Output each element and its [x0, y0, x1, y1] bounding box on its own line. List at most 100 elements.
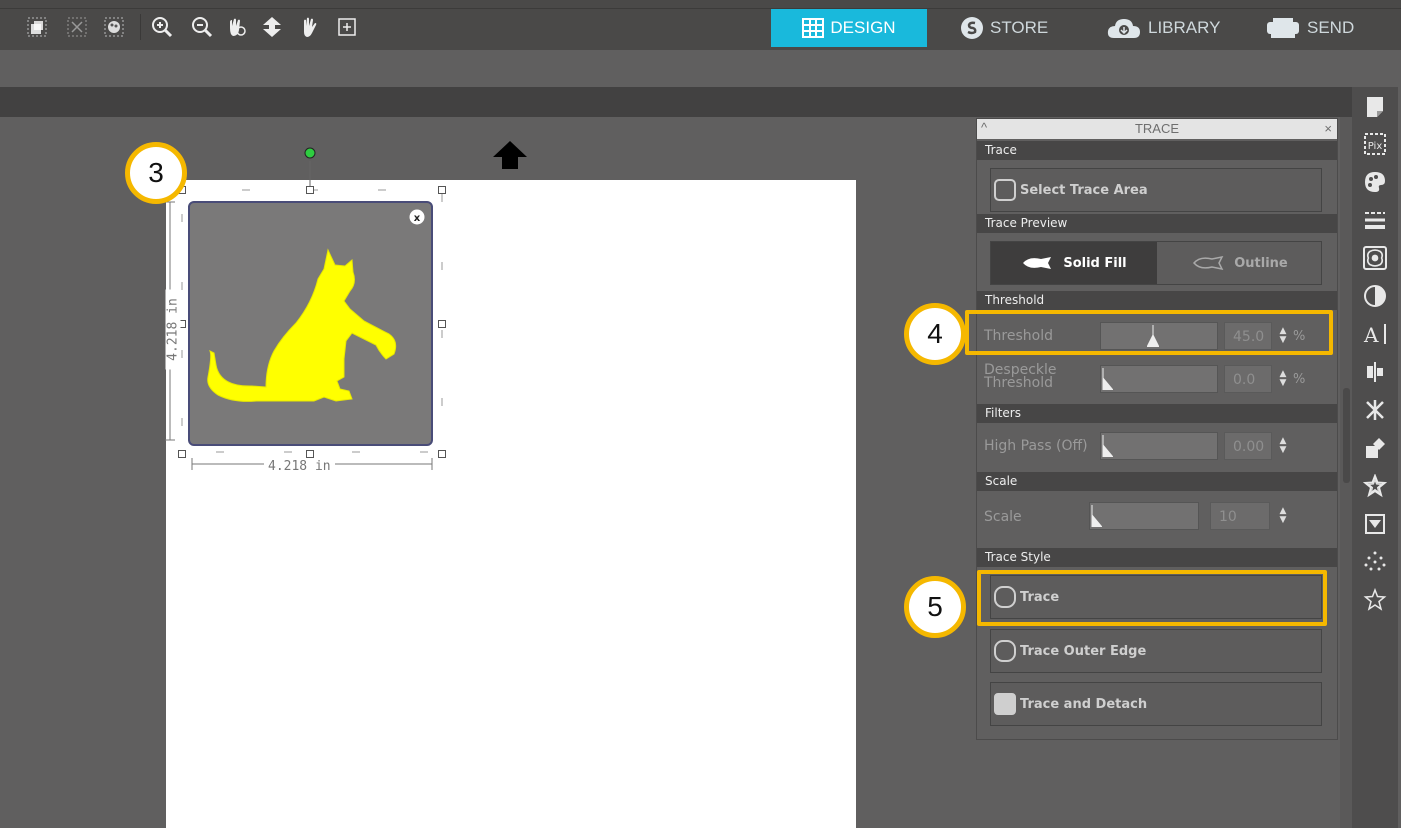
tab-send[interactable]: SEND [1265, 9, 1354, 47]
scale-slider-knob[interactable] [1090, 505, 1102, 527]
outline-fish-icon [1193, 256, 1224, 270]
sketch-icon[interactable] [1363, 550, 1387, 574]
group-icon[interactable] [26, 16, 48, 38]
pixscan-icon[interactable]: Pix [1363, 132, 1387, 156]
despeckle-label-line2: Threshold [984, 375, 1053, 391]
resize-handle-bottom[interactable] [306, 450, 314, 458]
zoom-drag-icon[interactable] [226, 16, 248, 38]
tab-library-label: LIBRARY [1148, 18, 1221, 37]
fit-to-window-icon[interactable] [336, 16, 358, 38]
trace-and-detach-button[interactable]: Trace and Detach [990, 682, 1322, 726]
despeckle-unit: % [1293, 372, 1306, 387]
traced-image[interactable]: x [188, 201, 433, 446]
text-icon[interactable]: A [1363, 322, 1389, 346]
toolbar-separator [140, 14, 141, 40]
high-pass-slider-knob[interactable] [1101, 435, 1113, 457]
resize-handle-top-right[interactable] [438, 186, 446, 194]
svg-text:x: x [414, 213, 421, 224]
modify-icon[interactable] [1363, 512, 1387, 536]
trace-outer-edge-label: Trace Outer Edge [1020, 643, 1147, 659]
step-4-number: 4 [927, 318, 943, 349]
offset-icon[interactable] [1363, 474, 1387, 498]
delete-object-icon[interactable]: x [409, 209, 425, 225]
fill-select-icon[interactable] [103, 16, 125, 38]
zoom-out-icon[interactable] [191, 16, 213, 38]
solid-fill-option[interactable]: Solid Fill [991, 242, 1157, 284]
pan-hand-icon[interactable] [298, 16, 320, 38]
scale-label: Scale [984, 509, 1022, 525]
feed-direction-arrow-icon [493, 141, 527, 169]
scrollbar-thumb[interactable] [1343, 388, 1350, 483]
high-pass-stepper[interactable]: ▲ ▼ [1278, 437, 1288, 455]
move-page-icon[interactable] [261, 16, 283, 38]
select-trace-area-label: Select Trace Area [1020, 182, 1148, 198]
resize-handle-top[interactable] [306, 186, 314, 194]
high-pass-value-field[interactable]: 0.00 [1224, 432, 1272, 460]
resize-handle-bottom-right[interactable] [438, 450, 446, 458]
design-grid-icon [802, 18, 825, 38]
section-trace: Trace [977, 141, 1337, 160]
trace-and-detach-label: Trace and Detach [1020, 696, 1148, 712]
resize-handle-bottom-left[interactable] [178, 450, 186, 458]
rhinestone-icon[interactable] [1363, 588, 1387, 612]
svg-text:Pix: Pix [1368, 141, 1383, 152]
outline-label: Outline [1234, 255, 1288, 271]
trace-and-detach-icon [994, 693, 1016, 715]
align-icon[interactable] [1363, 360, 1387, 384]
right-panel-sidebar: Pix A [1352, 87, 1398, 828]
trace-panel: ^ TRACE × Trace Select Trace Area Trace … [976, 118, 1338, 740]
select-trace-area-button[interactable]: Select Trace Area [990, 168, 1322, 212]
tab-design-label: DESIGN [830, 18, 896, 37]
section-threshold: Threshold [977, 291, 1337, 310]
step-5-number: 5 [927, 591, 943, 622]
trace-highlight-box [977, 570, 1327, 626]
outline-option[interactable]: Outline [1157, 242, 1323, 284]
top-toolbar: DESIGN STORE LIBRARY SEND [0, 0, 1401, 50]
tab-design[interactable]: DESIGN [771, 9, 927, 47]
despeckle-label: Despeckle Threshold [984, 363, 1057, 391]
threshold-highlight-box [965, 310, 1333, 355]
line-style-icon[interactable] [1363, 208, 1387, 232]
store-icon [961, 17, 983, 39]
step-3-badge: 3 [125, 142, 187, 204]
high-pass-label: High Pass (Off) [984, 438, 1088, 454]
secondary-toolbar [0, 50, 1401, 87]
close-panel-icon[interactable]: × [1324, 119, 1332, 139]
tab-library[interactable]: LIBRARY [1106, 9, 1220, 47]
tab-send-label: SEND [1307, 18, 1355, 37]
despeckle-slider-knob[interactable] [1101, 368, 1113, 390]
svg-text:A: A [1363, 323, 1379, 346]
zoom-in-icon[interactable] [151, 16, 173, 38]
section-trace-style: Trace Style [977, 548, 1337, 567]
height-dimension-label: 4.218 in [165, 289, 181, 370]
step-3-number: 3 [148, 157, 164, 188]
trace-panel-titlebar: ^ TRACE × [977, 119, 1337, 139]
trace-outer-edge-button[interactable]: Trace Outer Edge [990, 629, 1322, 673]
section-trace-preview: Trace Preview [977, 214, 1337, 233]
scale-slider[interactable] [1089, 502, 1199, 530]
scale-value-field[interactable]: 10 [1210, 502, 1270, 530]
replicate-icon[interactable] [1363, 398, 1387, 422]
transform-icon[interactable] [1363, 436, 1387, 460]
ungroup-icon[interactable] [66, 16, 88, 38]
page-setup-icon[interactable] [1363, 95, 1387, 119]
scale-stepper[interactable]: ▲ ▼ [1278, 507, 1288, 525]
despeckle-value-field[interactable]: 0.0 [1224, 365, 1272, 393]
despeckle-stepper[interactable]: ▲ ▼ [1278, 370, 1288, 388]
image-effects-icon[interactable] [1363, 284, 1387, 308]
high-pass-slider[interactable] [1100, 432, 1218, 460]
trace-panel-title: TRACE [1134, 121, 1180, 136]
ruler-bar [0, 87, 1352, 117]
app-window: DESIGN STORE LIBRARY SEND 4.218 in 4.218… [0, 0, 1401, 828]
tab-store-label: STORE [990, 18, 1049, 37]
width-dimension-label: 4.218 in [264, 459, 335, 474]
solid-fish-icon [1023, 257, 1052, 269]
section-scale: Scale [977, 472, 1337, 491]
solid-fill-label: Solid Fill [1063, 255, 1127, 271]
despeckle-slider[interactable] [1100, 365, 1218, 393]
resize-handle-right[interactable] [438, 320, 446, 328]
trace-icon[interactable] [1363, 246, 1387, 270]
tab-store[interactable]: STORE [960, 9, 1048, 47]
collapse-panel-icon[interactable]: ^ [981, 118, 987, 138]
fill-color-icon[interactable] [1363, 170, 1387, 194]
